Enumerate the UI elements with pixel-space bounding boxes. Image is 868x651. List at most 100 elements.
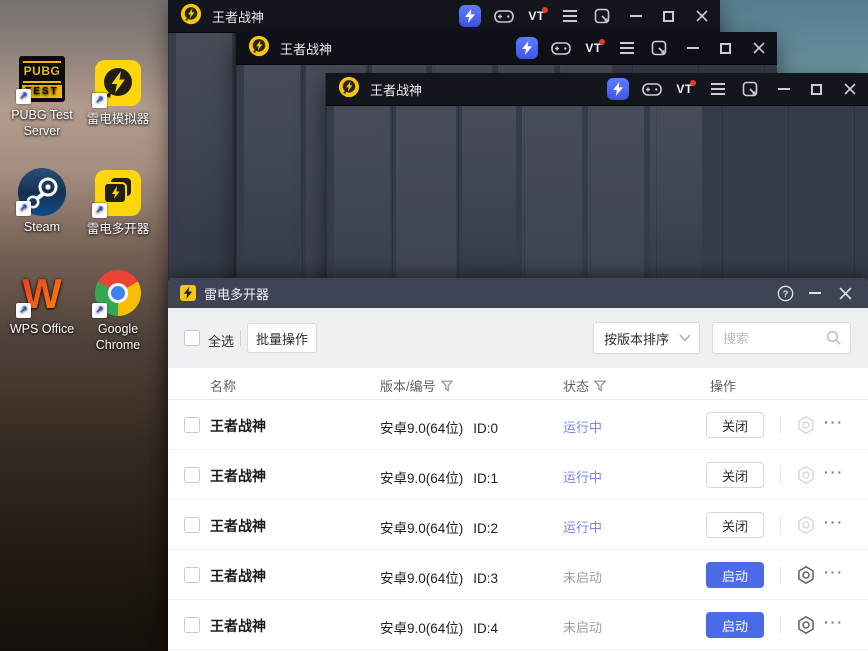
search-input[interactable]: [715, 330, 826, 346]
settings-gear-icon[interactable]: [796, 615, 816, 635]
icon-label: PUBG Test Server: [11, 108, 73, 139]
desktop-icon-ld-multiplayer[interactable]: ↗ 雷电多开器: [76, 170, 160, 237]
boost-icon[interactable]: [516, 37, 538, 59]
pubg-icon: PUBG TEST ↗: [16, 56, 65, 104]
instance-row: 王者战神 安卓9.0(64位) ID:1 运行中 关闭 ···: [168, 450, 868, 500]
more-options[interactable]: ···: [824, 514, 850, 530]
row-checkbox[interactable]: [184, 517, 200, 533]
instance-status: 运行中: [563, 420, 603, 435]
instance-row: 王者战神 安卓9.0(64位) ID:0 运行中 关闭 ···: [168, 400, 868, 450]
header-version[interactable]: 版本/编号: [380, 376, 453, 395]
table-header: 名称 版本/编号 状态 操作: [168, 368, 868, 400]
desktop-icon-chrome[interactable]: ↗ Google Chrome: [76, 270, 160, 354]
switch-window-icon[interactable]: [643, 32, 676, 64]
maximize-button[interactable]: [652, 0, 685, 32]
vt-indicator[interactable]: VT: [577, 32, 610, 64]
select-all-label: 全选: [208, 334, 235, 349]
desktop-icon-ld-emulator[interactable]: ↗ 雷电模拟器: [76, 60, 160, 127]
minimize-button[interactable]: [619, 0, 652, 32]
row-checkbox[interactable]: [184, 617, 200, 633]
instance-version: 安卓9.0(64位): [380, 621, 464, 636]
emulator-titlebar[interactable]: 王者战神 VT: [168, 0, 720, 33]
icon-label: WPS Office: [9, 322, 75, 336]
toolbar-divider: [240, 330, 241, 346]
search-icon: [826, 330, 841, 345]
settings-gear-icon[interactable]: [796, 465, 816, 485]
more-options[interactable]: ···: [824, 614, 850, 630]
row-checkbox[interactable]: [184, 567, 200, 583]
desktop-icon-steam[interactable]: ↗ Steam: [0, 168, 84, 235]
instance-status: 运行中: [563, 470, 603, 485]
action-button[interactable]: 关闭: [706, 462, 764, 488]
filter-funnel-icon[interactable]: [440, 380, 453, 392]
instance-version: 安卓9.0(64位): [380, 521, 464, 536]
menu-icon[interactable]: [553, 0, 586, 32]
menu-icon[interactable]: [610, 32, 643, 64]
close-button[interactable]: [742, 32, 775, 64]
manager-titlebar[interactable]: 雷电多开器 ?: [168, 278, 868, 308]
vt-indicator[interactable]: VT: [668, 73, 701, 105]
settings-gear-icon[interactable]: [796, 515, 816, 535]
gamepad-icon[interactable]: [544, 32, 577, 64]
more-options[interactable]: ···: [824, 464, 850, 480]
minimize-button[interactable]: [676, 32, 709, 64]
icon-label: 雷电多开器: [86, 222, 150, 236]
instance-version: 安卓9.0(64位): [380, 421, 464, 436]
ldplayer-logo-icon: [180, 3, 202, 30]
instance-id: ID:1: [473, 471, 499, 486]
search-box: [712, 322, 851, 354]
vt-indicator[interactable]: VT: [520, 0, 553, 32]
instance-version: 安卓9.0(64位): [380, 571, 464, 586]
boost-icon[interactable]: [607, 78, 629, 100]
desktop-icon-wps[interactable]: W ↗ WPS Office: [0, 270, 84, 337]
minimize-button[interactable]: [800, 278, 830, 308]
shortcut-arrow-icon: ↗: [92, 303, 107, 318]
menu-icon[interactable]: [701, 73, 734, 105]
help-icon[interactable]: ?: [770, 278, 800, 308]
action-button[interactable]: 关闭: [706, 512, 764, 538]
more-options[interactable]: ···: [824, 564, 850, 580]
maximize-button[interactable]: [709, 32, 742, 64]
manager-toolbar: 全选 批量操作 按版本排序: [168, 308, 868, 368]
action-button[interactable]: 关闭: [706, 412, 764, 438]
multiplayer-manager-window: 雷电多开器 ? 全选 批量操作 按版本排序 名称 版本/编号: [168, 278, 868, 651]
ldplayer-logo-icon: [248, 35, 270, 62]
maximize-button[interactable]: [800, 73, 833, 105]
desktop-icon-pubg-test[interactable]: PUBG TEST ↗ PUBG Test Server: [0, 56, 84, 140]
gamepad-icon[interactable]: [487, 0, 520, 32]
window-title: 王者战神: [212, 9, 265, 25]
action-button[interactable]: 启动: [706, 562, 764, 588]
steam-icon: ↗: [16, 168, 66, 216]
close-button[interactable]: [830, 278, 860, 308]
instance-name: 王者战神: [210, 468, 266, 484]
instance-row: 王者战神 安卓9.0(64位) ID:4 未启动 启动 ···: [168, 600, 868, 650]
row-checkbox[interactable]: [184, 417, 200, 433]
close-button[interactable]: [685, 0, 718, 32]
icon-label: 雷电模拟器: [86, 112, 150, 126]
select-all-checkbox[interactable]: [184, 330, 200, 346]
header-status[interactable]: 状态: [563, 376, 607, 395]
ldplayer-icon: ↗: [92, 60, 141, 108]
batch-operation-button[interactable]: 批量操作: [247, 323, 317, 353]
ld-multiplayer-icon: ↗: [92, 170, 141, 218]
switch-window-icon[interactable]: [734, 73, 767, 105]
minimize-button[interactable]: [767, 73, 800, 105]
shortcut-arrow-icon: ↗: [92, 93, 107, 108]
settings-gear-icon[interactable]: [796, 415, 816, 435]
emulator-titlebar[interactable]: 王者战神 VT: [236, 32, 777, 65]
sort-dropdown[interactable]: 按版本排序: [593, 322, 700, 354]
action-button[interactable]: 启动: [706, 612, 764, 638]
more-options[interactable]: ···: [824, 414, 850, 430]
row-checkbox[interactable]: [184, 467, 200, 483]
close-button[interactable]: [833, 73, 866, 105]
switch-window-icon[interactable]: [586, 0, 619, 32]
header-name: 名称: [210, 379, 237, 394]
emulator-titlebar[interactable]: 王者战神 VT: [326, 73, 868, 106]
settings-gear-icon[interactable]: [796, 565, 816, 585]
filter-funnel-icon[interactable]: [594, 380, 607, 392]
boost-icon[interactable]: [459, 5, 481, 27]
gamepad-icon[interactable]: [635, 73, 668, 105]
svg-text:?: ?: [782, 288, 788, 299]
manager-title: 雷电多开器: [204, 286, 270, 302]
notification-dot: [599, 39, 605, 45]
